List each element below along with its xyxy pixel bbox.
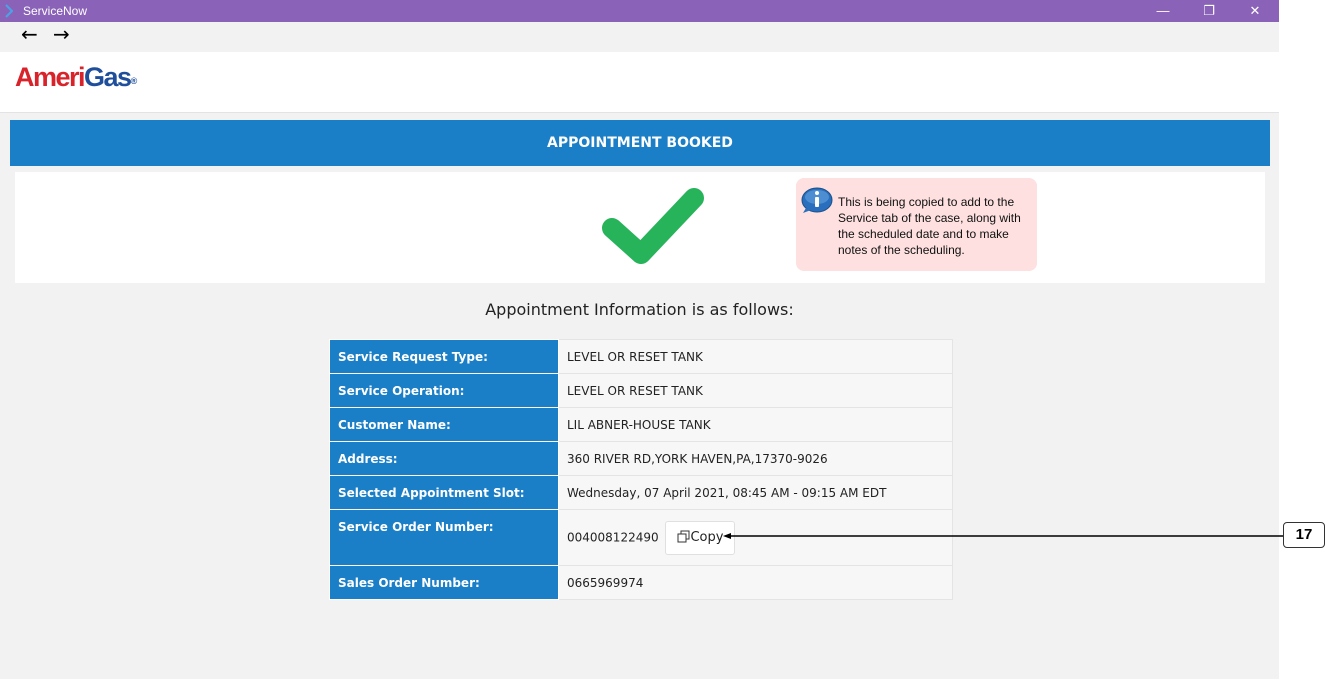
row-value: LIL ABNER-HOUSE TANK bbox=[558, 407, 953, 442]
table-row: Service Operation: LEVEL OR RESET TANK bbox=[329, 373, 953, 408]
logo-registered-mark: ® bbox=[130, 76, 138, 86]
appointment-booked-banner: APPOINTMENT BOOKED bbox=[10, 120, 1270, 166]
info-icon bbox=[801, 187, 833, 213]
info-note-text: This is being copied to add to the Servi… bbox=[838, 195, 1021, 257]
table-row: Address: 360 RIVER RD,YORK HAVEN,PA,1737… bbox=[329, 441, 953, 476]
close-button[interactable]: ✕ bbox=[1240, 1, 1270, 21]
table-row: Customer Name: LIL ABNER-HOUSE TANK bbox=[329, 407, 953, 442]
row-label: Customer Name: bbox=[329, 407, 559, 442]
service-order-number: 004008122490 bbox=[567, 530, 659, 544]
info-note: This is being copied to add to the Servi… bbox=[796, 178, 1037, 271]
confirmation-panel: This is being copied to add to the Servi… bbox=[15, 172, 1265, 283]
appointment-info-heading: Appointment Information is as follows: bbox=[485, 300, 794, 319]
amerigas-logo: AmeriGas® bbox=[15, 62, 137, 93]
row-label: Sales Order Number: bbox=[329, 565, 559, 600]
restore-button[interactable]: ❐ bbox=[1194, 1, 1224, 21]
page-header: AmeriGas® bbox=[0, 52, 1279, 113]
app-icon bbox=[5, 4, 13, 18]
copy-icon bbox=[677, 530, 690, 542]
table-row: Sales Order Number: 0665969974 bbox=[329, 565, 953, 600]
logo-text-red: Ameri bbox=[15, 62, 86, 92]
row-label: Address: bbox=[329, 441, 559, 476]
check-icon bbox=[602, 188, 704, 264]
row-value: LEVEL OR RESET TANK bbox=[558, 339, 953, 374]
row-label: Service Order Number: bbox=[329, 509, 559, 566]
window-title: ServiceNow bbox=[23, 4, 88, 18]
window-title-bar: ServiceNow — ❐ ✕ bbox=[0, 0, 1279, 22]
navigation-bar: ← → bbox=[0, 22, 1279, 52]
minimize-button[interactable]: — bbox=[1148, 1, 1178, 21]
forward-button[interactable]: → bbox=[53, 23, 70, 45]
row-label: Selected Appointment Slot: bbox=[329, 475, 559, 510]
callout-arrow bbox=[723, 533, 1285, 539]
appointment-info-table: Service Request Type: LEVEL OR RESET TAN… bbox=[329, 339, 953, 600]
row-value: 360 RIVER RD,YORK HAVEN,PA,17370-9026 bbox=[558, 441, 953, 476]
back-button[interactable]: ← bbox=[21, 23, 38, 45]
callout-number-badge: 17 bbox=[1283, 522, 1325, 548]
row-value: LEVEL OR RESET TANK bbox=[558, 373, 953, 408]
table-row: Service Request Type: LEVEL OR RESET TAN… bbox=[329, 339, 953, 374]
row-label: Service Request Type: bbox=[329, 339, 559, 374]
row-label: Service Operation: bbox=[329, 373, 559, 408]
row-value: Wednesday, 07 April 2021, 08:45 AM - 09:… bbox=[558, 475, 953, 510]
row-value: 0665969974 bbox=[558, 565, 953, 600]
logo-text-blue: Gas bbox=[84, 62, 132, 92]
table-row: Selected Appointment Slot: Wednesday, 07… bbox=[329, 475, 953, 510]
copy-button-label: Copy bbox=[690, 529, 724, 545]
